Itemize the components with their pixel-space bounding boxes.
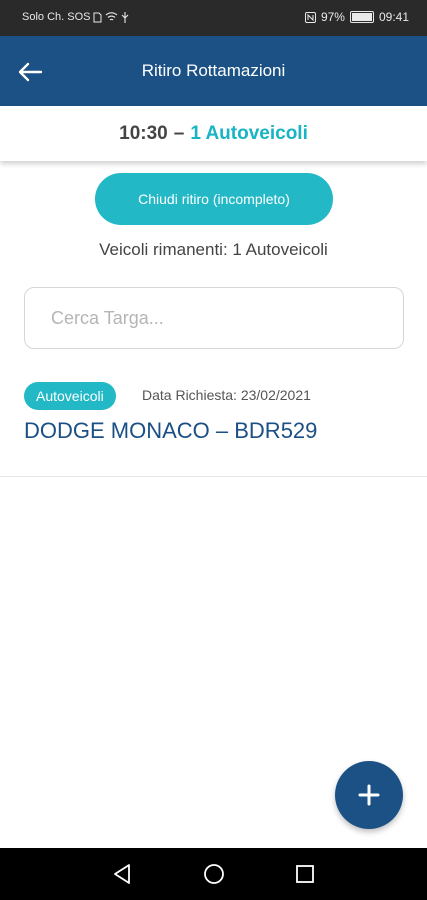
clock: 09:41 [378,10,409,24]
request-date: Data Richiesta: 23/02/2021 [142,387,311,403]
pickup-time: 10:30 [119,122,168,144]
remaining-vehicles-text: Veicoli rimanenti: 1 Autoveicoli [99,240,328,259]
status-bar: Solo Ch. SOS 97% 09:41 [0,0,427,36]
list-item[interactable]: Autoveicoli Data Richiesta: 23/02/2021 D… [0,380,427,477]
battery-percent: 97% [320,10,345,24]
nav-back-icon[interactable] [110,862,134,886]
usb-icon [122,11,129,23]
search-box [24,287,404,349]
vehicle-title: DODGE MONACO – BDR529 [24,418,318,443]
system-nav-bar [0,848,427,900]
wifi-icon [106,12,118,21]
pickup-count: 1 Autoveicoli [190,122,308,144]
carrier-label: Solo Ch. SOS [22,11,91,23]
vehicle-type-badge: Autoveicoli [24,382,116,410]
nfc-icon [304,11,316,23]
page-title: Ritiro Rottamazioni [141,61,286,80]
nav-recents-icon[interactable] [293,862,317,886]
app-bar: Ritiro Rottamazioni [0,36,427,106]
nav-home-icon[interactable] [202,862,226,886]
search-plate-input[interactable] [49,306,403,330]
battery-icon [349,11,374,23]
plus-icon [358,784,380,806]
add-button[interactable] [335,761,403,829]
sim-icon [93,12,102,22]
close-pickup-button[interactable]: Chiudi ritiro (incompleto) [95,173,333,225]
pickup-separator: – [173,122,185,144]
pickup-summary: 10:30 – 1 Autoveicoli [0,106,427,161]
